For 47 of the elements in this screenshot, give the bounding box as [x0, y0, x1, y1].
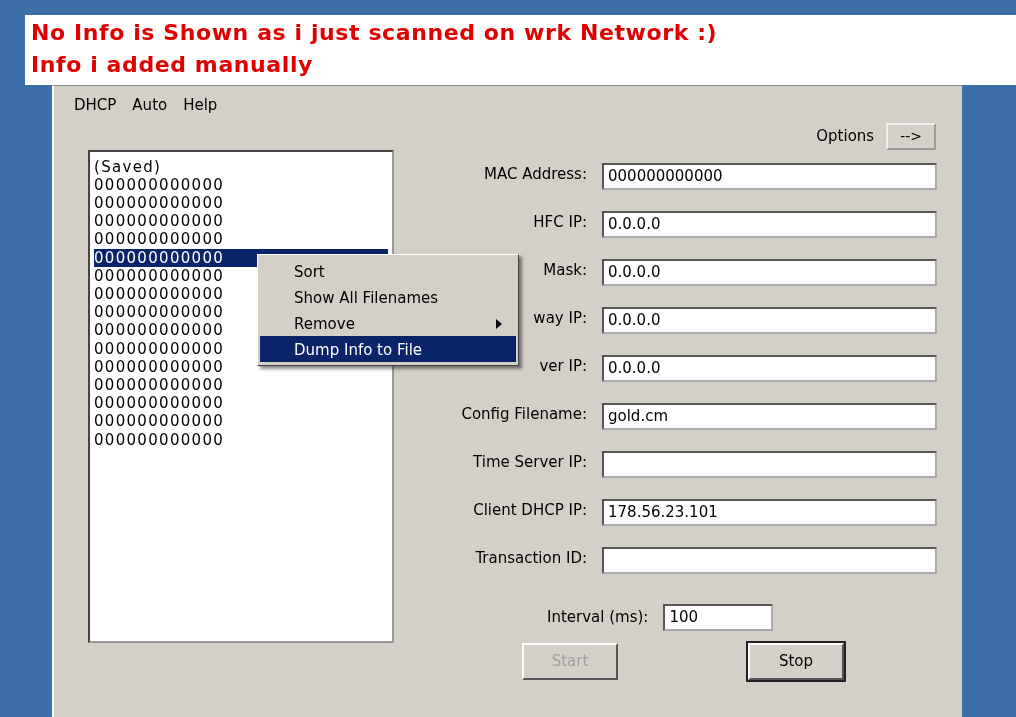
field-label: Transaction ID:: [475, 547, 587, 569]
list-item[interactable]: 000000000000: [94, 193, 231, 213]
input-field[interactable]: 100: [663, 603, 774, 631]
list-item[interactable]: 000000000000: [94, 230, 231, 249]
list-item[interactable]: 000000000000: [94, 321, 231, 340]
field-label: ver IP:: [539, 355, 587, 377]
list-item[interactable]: (Saved): [94, 157, 168, 176]
list-item[interactable]: 000000000000: [94, 430, 231, 449]
annotation-text: Info i added manually: [31, 51, 314, 79]
list-item[interactable]: 000000000000: [94, 284, 231, 304]
field-label: way IP:: [533, 307, 587, 329]
menu-item[interactable]: Show All Filenames: [260, 284, 516, 310]
annotation-text: No Info is Shown as i just scanned on wrk Network :): [31, 19, 718, 47]
field-label: Mask:: [543, 259, 587, 281]
field-label: Config Filename:: [461, 403, 587, 425]
field-label: Interval (ms):: [547, 606, 649, 628]
input-field[interactable]: 0.0.0.0: [602, 306, 937, 334]
input-field[interactable]: 178.56.23.101: [602, 498, 937, 526]
options-label: Options: [816, 125, 875, 147]
input-field[interactable]: 0.0.0.0: [602, 210, 937, 238]
input-field[interactable]: [602, 450, 937, 478]
list-item[interactable]: 000000000000: [94, 339, 231, 358]
menu-item[interactable]: Auto: [126, 94, 174, 117]
menu-item[interactable]: Help: [177, 94, 224, 117]
list-item[interactable]: 000000000000: [94, 394, 231, 413]
input-field[interactable]: 0.0.0.0: [602, 354, 937, 382]
menu-item[interactable]: Remove: [260, 310, 516, 336]
list-item[interactable]: 000000000000: [94, 412, 231, 431]
field-label: HFC IP:: [533, 211, 587, 233]
list-item[interactable]: 000000000000: [94, 357, 231, 376]
field-label: Time Server IP:: [473, 451, 587, 473]
list-item[interactable]: 000000000000: [94, 266, 231, 285]
field-label: MAC Address:: [484, 163, 587, 185]
input-field[interactable]: 0.0.0.0: [602, 258, 937, 286]
input-field[interactable]: [602, 546, 937, 574]
field-label: Client DHCP IP:: [473, 499, 587, 521]
submenu-arrow-icon: [496, 319, 502, 329]
menu-item[interactable]: DHCP: [68, 94, 123, 117]
list-item[interactable]: 000000000000: [94, 375, 231, 395]
options-button[interactable]: -->: [886, 122, 936, 150]
list-item[interactable]: 000000000000: [94, 212, 231, 231]
input-field[interactable]: 000000000000: [602, 162, 937, 190]
input-field[interactable]: gold.cm: [602, 402, 937, 430]
list-item[interactable]: 000000000000: [94, 303, 231, 322]
menu-item[interactable]: Dump Info to File: [260, 336, 516, 362]
list-item[interactable]: 000000000000: [94, 175, 231, 194]
action-button[interactable]: Stop: [748, 642, 844, 680]
